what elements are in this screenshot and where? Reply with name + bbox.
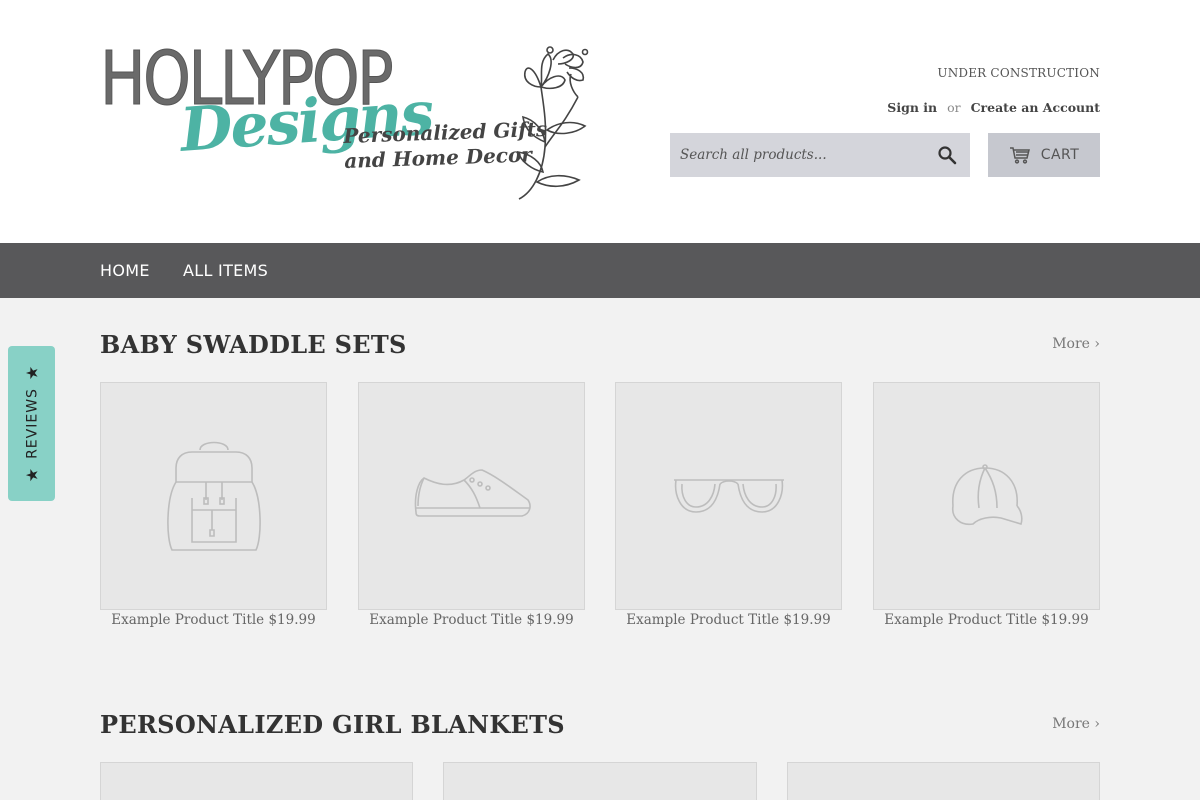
site-logo[interactable]: HOLLYPOP Designs Personalized Gifts and … <box>100 40 605 205</box>
main-nav: HOME ALL ITEMS <box>0 243 1200 298</box>
reviews-tab-label: REVIEWS <box>23 388 40 459</box>
product-caption[interactable]: Example Product Title $19.99 <box>100 612 327 628</box>
cart-button[interactable]: CART <box>988 133 1100 177</box>
site-header: HOLLYPOP Designs Personalized Gifts and … <box>0 0 1200 243</box>
product-card[interactable] <box>787 762 1100 800</box>
product-card[interactable] <box>443 762 757 800</box>
or-separator: or <box>947 100 961 115</box>
sign-in-link[interactable]: Sign in <box>887 100 937 115</box>
search-button[interactable] <box>924 133 970 177</box>
product-card[interactable] <box>615 382 842 610</box>
sunglasses-icon <box>673 479 784 513</box>
search-input[interactable] <box>670 133 924 177</box>
product-caption[interactable]: Example Product Title $19.99 <box>873 612 1100 628</box>
cap-icon <box>951 464 1023 526</box>
nav-item-home[interactable]: HOME <box>100 243 150 298</box>
search-form <box>670 133 970 177</box>
star-icon: ★ <box>22 364 42 381</box>
backpack-icon <box>166 441 261 551</box>
star-icon: ★ <box>22 466 42 483</box>
reviews-tab[interactable]: ★ REVIEWS ★ <box>8 346 55 501</box>
account-links: Sign in or Create an Account <box>887 100 1100 115</box>
product-caption[interactable]: Example Product Title $19.99 <box>615 612 842 628</box>
more-link-baby-swaddle-sets[interactable]: More › <box>1052 336 1100 352</box>
shoe-icon <box>414 469 531 517</box>
search-icon <box>938 146 957 165</box>
nav-item-all-items[interactable]: ALL ITEMS <box>183 243 268 298</box>
create-account-link[interactable]: Create an Account <box>971 100 1100 115</box>
cart-icon <box>1009 147 1030 164</box>
product-card[interactable] <box>873 382 1100 610</box>
product-card[interactable] <box>100 382 327 610</box>
flower-icon <box>516 46 589 200</box>
product-caption[interactable]: Example Product Title $19.99 <box>358 612 585 628</box>
product-card[interactable] <box>358 382 585 610</box>
cart-label: CART <box>1040 147 1080 163</box>
section-title-personalized-girl-blankets: PERSONALIZED GIRL BLANKETS <box>100 710 565 739</box>
reviews-tab-content: ★ REVIEWS ★ <box>22 365 41 483</box>
section-title-baby-swaddle-sets: BABY SWADDLE SETS <box>100 330 407 359</box>
more-link-personalized-girl-blankets[interactable]: More › <box>1052 716 1100 732</box>
product-card[interactable] <box>100 762 413 800</box>
under-construction-notice: UNDER CONSTRUCTION <box>937 66 1100 80</box>
